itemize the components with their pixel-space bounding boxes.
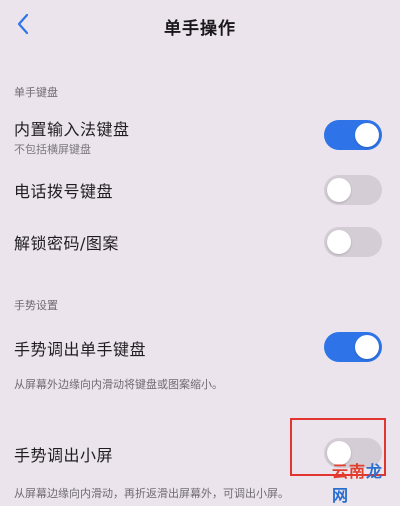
row-sublabel: 不包括横屏键盘 [14,143,91,156]
setting-row-builtin-keyboard[interactable]: 内置输入法键盘 不包括横屏键盘 [0,108,400,164]
toggle-knob [355,123,379,147]
toggle-knob [327,230,351,254]
section-title-keyboard: 单手键盘 [14,86,58,99]
toggle-knob [355,335,379,359]
row-label: 手势调出小屏 [14,446,114,465]
row-label: 解锁密码/图案 [14,234,119,253]
gesture-small-screen-description: 从屏幕边缘向内滑动，再折返滑出屏幕外，可调出小屏。 [14,487,289,500]
setting-row-gesture-keyboard[interactable]: 手势调出单手键盘 [0,326,400,370]
watermark-logo: 云南龙网 [332,458,400,506]
row-label: 电话拨号键盘 [14,182,114,201]
toggle-knob [327,178,351,202]
toggle-gesture-keyboard[interactable] [324,332,382,362]
header-bar: 单手操作 [0,0,400,56]
setting-row-dial-keyboard[interactable]: 电话拨号键盘 [0,170,400,210]
setting-row-unlock-pattern[interactable]: 解锁密码/图案 [0,224,400,264]
row-label: 内置输入法键盘 [14,120,130,139]
toggle-dial-keyboard[interactable] [324,175,382,205]
watermark-part-1: 云南 [332,462,367,481]
toggle-builtin-keyboard[interactable] [324,120,382,150]
row-label: 手势调出单手键盘 [14,340,147,359]
section-title-gesture: 手势设置 [14,299,58,312]
gesture-keyboard-description: 从屏幕外边缘向内滑动将键盘或图案缩小。 [14,378,223,391]
page-title: 单手操作 [164,19,236,39]
toggle-unlock-pattern[interactable] [324,227,382,257]
